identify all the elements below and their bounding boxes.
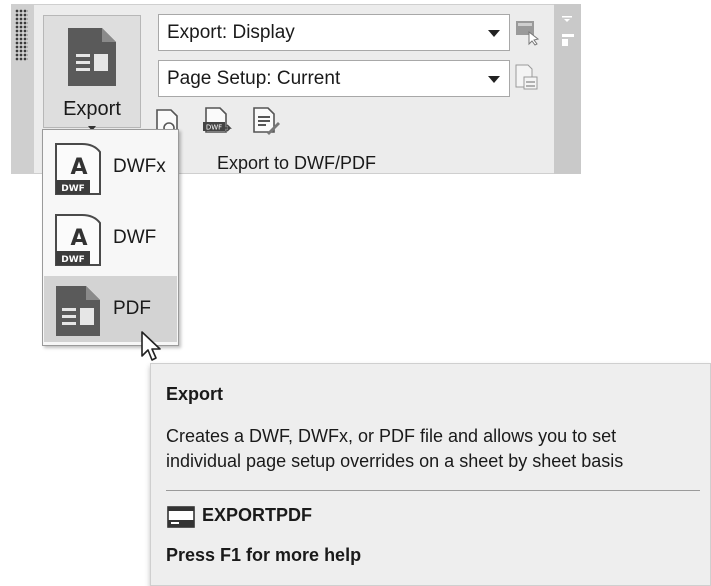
panel-settings-icon[interactable] bbox=[560, 32, 576, 48]
export-document-icon bbox=[68, 28, 116, 86]
dwfx-file-icon: A DWF bbox=[55, 143, 101, 195]
chevron-down-icon[interactable] bbox=[488, 30, 500, 37]
tooltip-description: Creates a DWF, DWFx, or PDF file and all… bbox=[166, 426, 624, 471]
tooltip-title: Export bbox=[166, 384, 224, 404]
page-setup-combo[interactable]: Page Setup: Current bbox=[158, 60, 510, 97]
preview-window-icon[interactable] bbox=[514, 18, 540, 46]
minimize-panel-icon[interactable] bbox=[560, 14, 576, 24]
export-format-menu: A DWF DWFx A DWF DWF PDF bbox=[42, 129, 179, 346]
chevron-down-icon[interactable] bbox=[488, 76, 500, 83]
svg-text:DWF: DWF bbox=[61, 184, 85, 194]
export-display-combo[interactable]: Export: Display bbox=[158, 14, 510, 51]
tooltip-command-name: EXPORTPDF bbox=[202, 505, 313, 525]
menu-item-dwf[interactable]: A DWF DWF bbox=[44, 205, 177, 271]
mouse-cursor-icon bbox=[141, 331, 161, 361]
page-setup-value: Page Setup: Current bbox=[167, 68, 341, 89]
export-split-button[interactable]: Export bbox=[43, 15, 141, 131]
tooltip-divider bbox=[166, 490, 700, 491]
panel-side-strip bbox=[554, 4, 581, 174]
svg-text:A: A bbox=[70, 226, 87, 251]
panel-grip-strip[interactable] bbox=[12, 5, 34, 173]
svg-text:DWF: DWF bbox=[206, 124, 222, 132]
export-tooltip: Export Creates a DWF, DWFx, or PDF file … bbox=[150, 363, 711, 586]
page-setup-manager-icon[interactable] bbox=[514, 63, 540, 93]
export-dwf-icon[interactable]: DWF bbox=[200, 106, 234, 136]
svg-text:A: A bbox=[70, 155, 87, 180]
svg-text:DWF: DWF bbox=[61, 255, 85, 265]
pdf-file-icon bbox=[56, 286, 100, 336]
dwf-file-icon: A DWF bbox=[55, 214, 101, 266]
menu-item-label: DWF bbox=[113, 227, 157, 248]
export-button-label: Export bbox=[63, 98, 121, 120]
command-line-icon bbox=[167, 506, 195, 528]
tooltip-help-hint: Press F1 for more help bbox=[166, 545, 362, 565]
menu-item-dwfx[interactable]: A DWF DWFx bbox=[44, 134, 177, 200]
panel-title: Export to DWF/PDF bbox=[217, 153, 377, 173]
menu-item-label: PDF bbox=[113, 298, 151, 319]
menu-item-label: DWFx bbox=[113, 156, 166, 177]
drag-grip-icon[interactable] bbox=[15, 9, 28, 61]
edit-page-setup-icon[interactable] bbox=[250, 106, 282, 136]
export-display-value: Export: Display bbox=[167, 22, 295, 43]
